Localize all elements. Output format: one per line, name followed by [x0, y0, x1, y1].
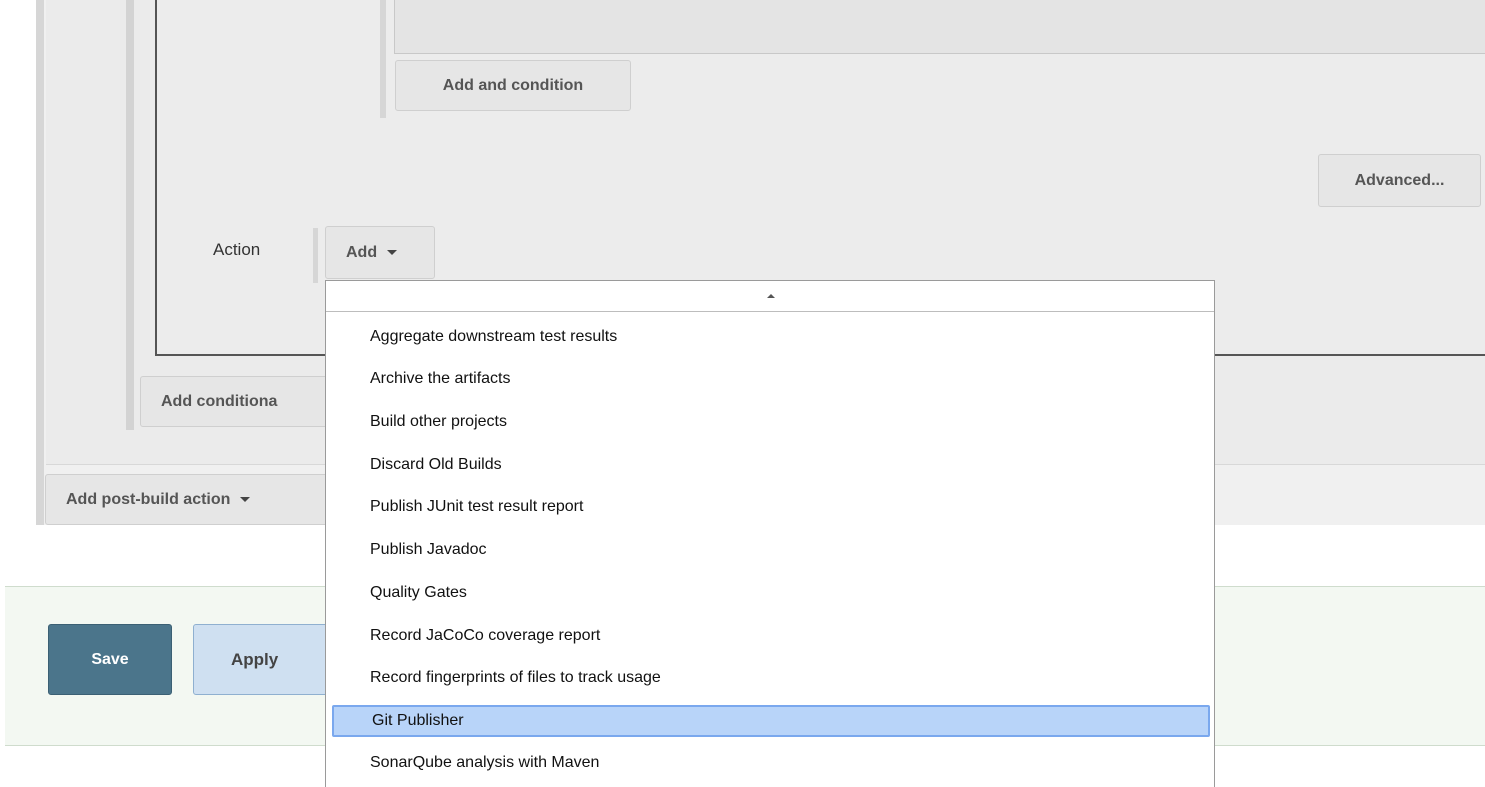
menu-item[interactable]: Discard Old Builds — [332, 449, 1210, 481]
menu-item[interactable]: Record JaCoCo coverage report — [332, 620, 1210, 652]
action-dropdown-menu[interactable]: Aggregate downstream test results Archiv… — [325, 280, 1215, 787]
condition-area — [394, 0, 1485, 54]
section-rail — [126, 0, 134, 430]
apply-label: Apply — [231, 649, 279, 669]
add-conditional-step-button[interactable]: Add conditiona — [140, 376, 336, 427]
add-post-build-action-label: Add post-build action — [66, 490, 231, 508]
add-action-label: Add — [346, 243, 378, 261]
action-rail — [313, 228, 318, 283]
add-and-condition-button[interactable]: Add and condition — [395, 60, 631, 111]
menu-item[interactable]: Publish JUnit test result report — [332, 491, 1210, 523]
advanced-label: Advanced... — [1354, 171, 1445, 189]
menu-item[interactable]: Aggregate downstream test results — [332, 321, 1210, 353]
menu-scroll-up[interactable] — [326, 281, 1214, 312]
condition-rail — [380, 0, 386, 118]
menu-item[interactable]: Quality Gates — [332, 577, 1210, 609]
add-and-condition-label: Add and condition — [442, 76, 584, 94]
save-label: Save — [91, 650, 129, 668]
menu-item[interactable]: Publish Javadoc — [332, 534, 1210, 566]
caret-up-icon — [767, 294, 775, 298]
action-label: Action — [213, 240, 261, 259]
menu-item[interactable]: SonarQube analysis with Maven — [332, 747, 1210, 779]
caret-down-icon — [240, 497, 251, 502]
menu-item[interactable]: Archive the artifacts — [332, 363, 1210, 395]
add-action-button[interactable]: Add — [325, 226, 435, 279]
add-conditional-step-label: Add conditiona — [161, 392, 278, 410]
menu-item[interactable]: Build other projects — [332, 406, 1210, 438]
add-post-build-action-button[interactable]: Add post-build action — [45, 474, 337, 525]
apply-button[interactable]: Apply — [193, 624, 333, 695]
save-button[interactable]: Save — [48, 624, 172, 695]
menu-item[interactable]: Git Publisher — [332, 705, 1210, 737]
advanced-button[interactable]: Advanced... — [1318, 154, 1481, 207]
caret-down-icon — [387, 250, 398, 255]
menu-item[interactable]: Record fingerprints of files to track us… — [332, 662, 1210, 694]
